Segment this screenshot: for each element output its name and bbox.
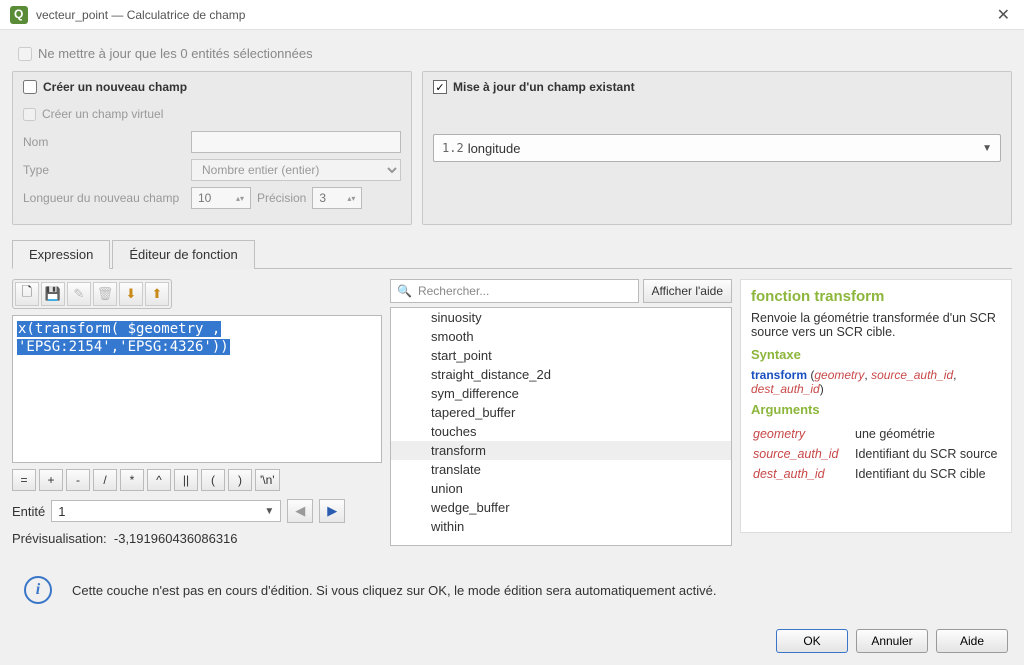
help-syntax-heading: Syntaxe xyxy=(751,347,1001,362)
dialog-button-bar: OK Annuler Aide xyxy=(776,629,1008,653)
field-length-label: Longueur du nouveau champ xyxy=(23,191,191,205)
function-list-item[interactable]: within xyxy=(391,517,731,536)
entity-label: Entité xyxy=(12,504,45,519)
function-list-item[interactable]: touches xyxy=(391,422,731,441)
virtual-field-checkbox[interactable] xyxy=(23,108,36,121)
help-title: fonction transform xyxy=(751,288,1001,305)
new-expression-button[interactable]: 🗋 xyxy=(15,282,39,306)
operator-button[interactable]: '\n' xyxy=(255,469,280,491)
field-type-label: Type xyxy=(23,163,191,177)
create-field-label: Créer un nouveau champ xyxy=(43,80,187,94)
help-args-heading: Arguments xyxy=(751,402,1001,417)
window-title: vecteur_point — Calculatrice de champ xyxy=(36,8,993,22)
help-args-table: geometryune géométrie source_auth_idIdent… xyxy=(751,423,1001,485)
function-list-item[interactable]: sinuosity xyxy=(391,308,731,327)
preview-row: Prévisualisation: -3,191960436086316 xyxy=(12,531,382,546)
tab-bar: Expression Éditeur de fonction xyxy=(12,239,1012,269)
preview-value: -3,191960436086316 xyxy=(114,531,238,546)
edit-expression-button[interactable]: ✎ xyxy=(67,282,91,306)
function-list-item[interactable]: sym_difference xyxy=(391,384,731,403)
create-field-panel: Créer un nouveau champ Créer un champ vi… xyxy=(12,71,412,225)
tab-function-editor[interactable]: Éditeur de fonction xyxy=(112,240,254,269)
update-field-checkbox[interactable]: ✓ xyxy=(433,80,447,94)
titlebar: vecteur_point — Calculatrice de champ ✕ xyxy=(0,0,1024,30)
function-list-item[interactable]: smooth xyxy=(391,327,731,346)
show-help-button[interactable]: Afficher l'aide xyxy=(643,279,732,303)
field-length-spin[interactable]: 10▴▾ xyxy=(191,187,251,209)
only-selected-check[interactable]: Ne mettre à jour que les 0 entités sélec… xyxy=(18,46,1012,61)
help-panel: fonction transform Renvoie la géométrie … xyxy=(740,279,1012,533)
operator-button[interactable]: = xyxy=(12,469,36,491)
delete-expression-button[interactable]: 🗑 xyxy=(93,282,117,306)
function-list-item[interactable]: straight_distance_2d xyxy=(391,365,731,384)
function-list-item[interactable]: start_point xyxy=(391,346,731,365)
field-name-label: Nom xyxy=(23,135,191,149)
field-name-input[interactable] xyxy=(191,131,401,153)
save-expression-button[interactable]: 💾 xyxy=(41,282,65,306)
operator-button[interactable]: / xyxy=(93,469,117,491)
function-list-item[interactable]: union xyxy=(391,479,731,498)
function-list-item[interactable]: wedge_buffer xyxy=(391,498,731,517)
help-signature: transform (geometry, source_auth_id, des… xyxy=(751,368,1001,396)
operator-button[interactable]: * xyxy=(120,469,144,491)
operator-button[interactable]: ( xyxy=(201,469,225,491)
next-entity-button[interactable]: ▶ xyxy=(319,499,345,523)
virtual-field-label: Créer un champ virtuel xyxy=(42,107,210,121)
existing-field-select[interactable]: 1.2 longitude ▼ xyxy=(433,134,1001,162)
app-logo-icon xyxy=(10,6,28,24)
chevron-down-icon: ▼ xyxy=(982,143,992,154)
help-arg-row: source_auth_idIdentifiant du SCR source xyxy=(753,445,999,463)
operator-button[interactable]: ) xyxy=(228,469,252,491)
info-icon: i xyxy=(24,576,52,604)
help-arg-row: dest_auth_idIdentifiant du SCR cible xyxy=(753,465,999,483)
update-field-panel: ✓ Mise à jour d'un champ existant 1.2 lo… xyxy=(422,71,1012,225)
entity-select[interactable]: 1▼ xyxy=(51,500,281,522)
field-type-select[interactable]: Nombre entier (entier) xyxy=(191,159,401,181)
expression-editor[interactable]: x(transform( $geometry , 'EPSG:2154','EP… xyxy=(12,315,382,463)
help-button[interactable]: Aide xyxy=(936,629,1008,653)
only-selected-label: Ne mettre à jour que les 0 entités sélec… xyxy=(38,46,313,61)
cancel-button[interactable]: Annuler xyxy=(856,629,928,653)
help-description: Renvoie la géométrie transformée d'un SC… xyxy=(751,311,1001,339)
ok-button[interactable]: OK xyxy=(776,629,848,653)
expression-toolbar: 🗋 💾 ✎ 🗑 ⬇ ⬆ xyxy=(12,279,172,309)
operator-button[interactable]: + xyxy=(39,469,63,491)
function-list-item[interactable]: translate xyxy=(391,460,731,479)
operator-button[interactable]: ^ xyxy=(147,469,171,491)
create-field-checkbox[interactable] xyxy=(23,80,37,94)
operator-button[interactable]: || xyxy=(174,469,198,491)
info-text: Cette couche n'est pas en cours d'éditio… xyxy=(72,583,716,598)
function-search-input[interactable]: 🔍 Rechercher... xyxy=(390,279,639,303)
close-icon[interactable]: ✕ xyxy=(993,5,1014,25)
help-arg-row: geometryune géométrie xyxy=(753,425,999,443)
function-list-item[interactable]: tapered_buffer xyxy=(391,403,731,422)
function-list[interactable]: sinuositysmoothstart_pointstraight_dista… xyxy=(390,307,732,546)
operator-button[interactable]: - xyxy=(66,469,90,491)
update-field-label: Mise à jour d'un champ existant xyxy=(453,80,635,94)
search-icon: 🔍 xyxy=(397,284,412,298)
prev-entity-button[interactable]: ◀ xyxy=(287,499,313,523)
tab-expression[interactable]: Expression xyxy=(12,240,110,269)
export-expression-button[interactable]: ⬆ xyxy=(145,282,169,306)
only-selected-checkbox[interactable] xyxy=(18,47,32,61)
function-list-item[interactable]: transform xyxy=(391,441,731,460)
operator-row: =+-/*^||()'\n' xyxy=(12,469,382,491)
import-expression-button[interactable]: ⬇ xyxy=(119,282,143,306)
field-precision-label: Précision xyxy=(257,191,306,205)
field-precision-spin[interactable]: 3▴▾ xyxy=(312,187,362,209)
